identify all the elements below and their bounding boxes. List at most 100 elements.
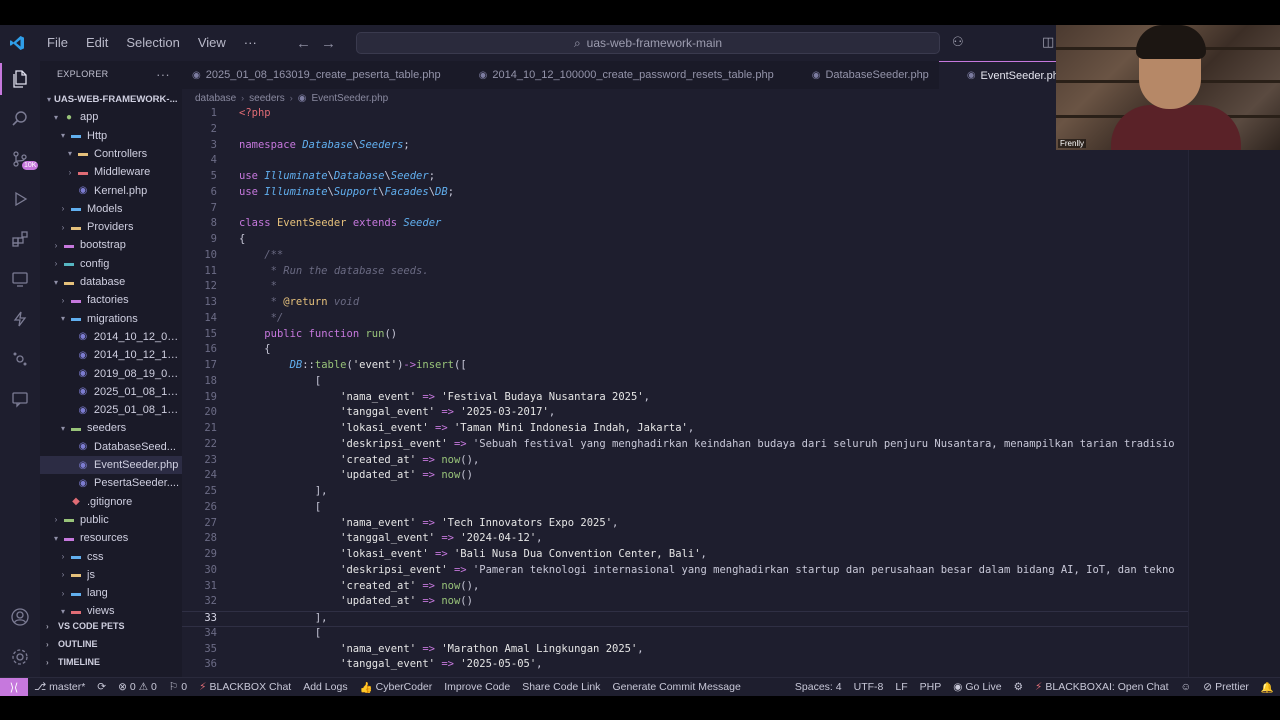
remote-explorer-icon[interactable] [0,263,40,295]
tree-item[interactable]: › ▬ lang [40,584,182,602]
tree-item[interactable]: ◉ 2025_01_08_14... [40,383,182,401]
menu-item[interactable]: View [189,25,235,61]
menu-item[interactable]: Selection [117,25,188,61]
status-item[interactable]: ⟳ [91,681,112,693]
back-arrow-icon[interactable]: ← [296,35,311,52]
status-item[interactable]: 🔔 [1255,681,1280,694]
settings-gear-icon[interactable] [0,641,40,673]
tree-item[interactable]: ◉ 2014_10_12_00... [40,328,182,346]
account-icon[interactable] [0,601,40,633]
minimap[interactable] [1188,107,1280,677]
status-item[interactable]: ⚡ BLACKBOXAI: Open Chat [1029,681,1175,693]
status-item[interactable]: ⚙ [1008,681,1029,693]
menu-item[interactable]: File [38,25,77,61]
tree-item[interactable]: › ▬ css [40,548,182,566]
code-text: [ [239,500,322,513]
sidebar-section[interactable]: › VS CODE PETS [40,617,182,635]
more-actions-icon[interactable]: ··· [156,67,170,82]
folder-icon: ▬ [71,221,81,233]
layout-toggle-icon[interactable]: ◫ [1042,34,1054,50]
tree-item[interactable]: ▾ ▬ migrations [40,310,182,328]
menu-item[interactable]: Edit [77,25,117,61]
status-icon: ☺ [1180,681,1192,693]
chat-icon[interactable] [0,383,40,415]
status-item[interactable]: LF [889,681,913,693]
status-item[interactable]: PHP [914,681,948,693]
php-file-icon: ◉ [478,69,488,81]
code-view[interactable]: 1 <?php 2 3 namespace Database\Seeders; 4 5 use… [182,107,1188,677]
breadcrumb-item[interactable]: database [195,93,236,104]
tree-item[interactable]: ◉ DatabaseSeed... [40,438,182,456]
code-text: use Illuminate\Support\Facades\DB; [239,185,455,198]
tree-item-label: 2014_10_12_00... [93,330,182,343]
line-number: 20 [204,406,217,419]
status-item[interactable]: UTF-8 [848,681,890,693]
tree-item[interactable]: ◉ EventSeeder.php [40,456,182,474]
code-line: 25 ], [182,485,1188,501]
copilot-icon[interactable]: ⚇ [952,34,964,50]
tree-item[interactable]: ◆ .gitignore [40,493,182,511]
status-item[interactable]: Add Logs [297,681,353,693]
tree-item[interactable]: › ▬ Providers [40,218,182,236]
tree-item[interactable]: ◉ Kernel.php [40,182,182,200]
tree-item[interactable]: › ▬ Models [40,200,182,218]
breadcrumb-item[interactable]: EventSeeder.php [311,93,388,104]
chevron-down-icon: ▾ [46,94,51,104]
tree-item[interactable]: ▾ ● app [40,108,182,126]
tree-item[interactable]: › ▬ factories [40,291,182,309]
tree-item[interactable]: ▾ ▬ database [40,273,182,291]
tree-item[interactable]: › ▬ Middleware [40,163,182,181]
tree-item[interactable]: ◉ 2025_01_08_16... [40,401,182,419]
tree-item[interactable]: › ▬ js [40,566,182,584]
status-item[interactable]: ◉ Go Live [947,681,1007,693]
sidebar-section[interactable]: › TIMELINE [40,653,182,671]
status-item[interactable]: ⚡ BLACKBOX Chat [193,681,297,693]
status-icon: ⚡ [1035,681,1043,693]
status-item[interactable]: Share Code Link [516,681,606,693]
tree-item[interactable]: ▾ ▬ Http [40,127,182,145]
status-item[interactable]: Generate Commit Message [606,681,746,693]
testing-icon[interactable] [0,343,40,375]
tree-item[interactable]: ◉ PesertaSeeder.... [40,474,182,492]
breadcrumb-item[interactable]: seeders [249,93,285,104]
tree-item[interactable]: › ▬ public [40,511,182,529]
command-center-search[interactable]: ⌕ uas-web-framework-main [356,32,940,54]
tree-item[interactable]: › ▬ config [40,255,182,273]
menu-item[interactable]: ··· [235,25,266,61]
tree-item[interactable]: ◉ 2019_08_19_00... [40,365,182,383]
forward-arrow-icon[interactable]: → [321,35,336,52]
chevron-right-icon: › [61,570,65,580]
status-icon: ⊘ [1203,681,1213,693]
tree-item[interactable]: › ▬ bootstrap [40,236,182,254]
code-line: 14 */ [182,312,1188,328]
status-item[interactable]: 👍 CyberCoder [354,681,439,694]
editor-tab[interactable]: ◉ 2025_01_08_163019_create_peserta_table.… [182,61,451,89]
editor-tab[interactable]: ◉ 2014_10_12_100000_create_password_reset… [451,61,784,89]
status-item[interactable]: ⊘ Prettier [1197,681,1255,693]
run-debug-icon[interactable] [0,183,40,215]
status-item[interactable]: Improve Code [438,681,516,693]
sidebar-section-label: OUTLINE [58,639,98,649]
tree-item-label: app [80,111,99,124]
code-text: 'nama_event' => 'Tech Innovators Expo 20… [340,516,619,529]
sidebar-section[interactable]: › OUTLINE [40,635,182,653]
source-control-icon[interactable]: 10K [0,143,40,175]
tree-item[interactable]: ▾ ▬ resources [40,529,182,547]
blackbox-icon[interactable] [0,303,40,335]
status-item[interactable]: ⊗ 0 ⚠ 0 [112,681,163,693]
tree-item[interactable]: ▾ ▬ Controllers [40,145,182,163]
search-icon[interactable] [0,103,40,135]
tree-item[interactable]: ▾ ▬ seeders [40,419,182,437]
status-item[interactable]: ⎇ master* [28,681,91,693]
status-item[interactable]: ⚐ 0 [163,681,193,693]
tree-item[interactable]: ◉ 2014_10_12_10... [40,346,182,364]
remote-indicator-icon[interactable]: ⟩⟨ [0,677,28,697]
editor-tab[interactable]: ◉ DatabaseSeeder.php [784,61,939,89]
workspace-root[interactable]: ▾ UAS-WEB-FRAMEWORK-... [40,90,182,108]
line-number: 8 [210,217,217,230]
status-item[interactable]: ☺ [1175,681,1198,693]
extensions-icon[interactable] [0,223,40,255]
status-item[interactable]: Spaces: 4 [789,681,848,693]
tree-item-label: PesertaSeeder.... [94,477,179,490]
explorer-icon[interactable] [0,63,40,95]
